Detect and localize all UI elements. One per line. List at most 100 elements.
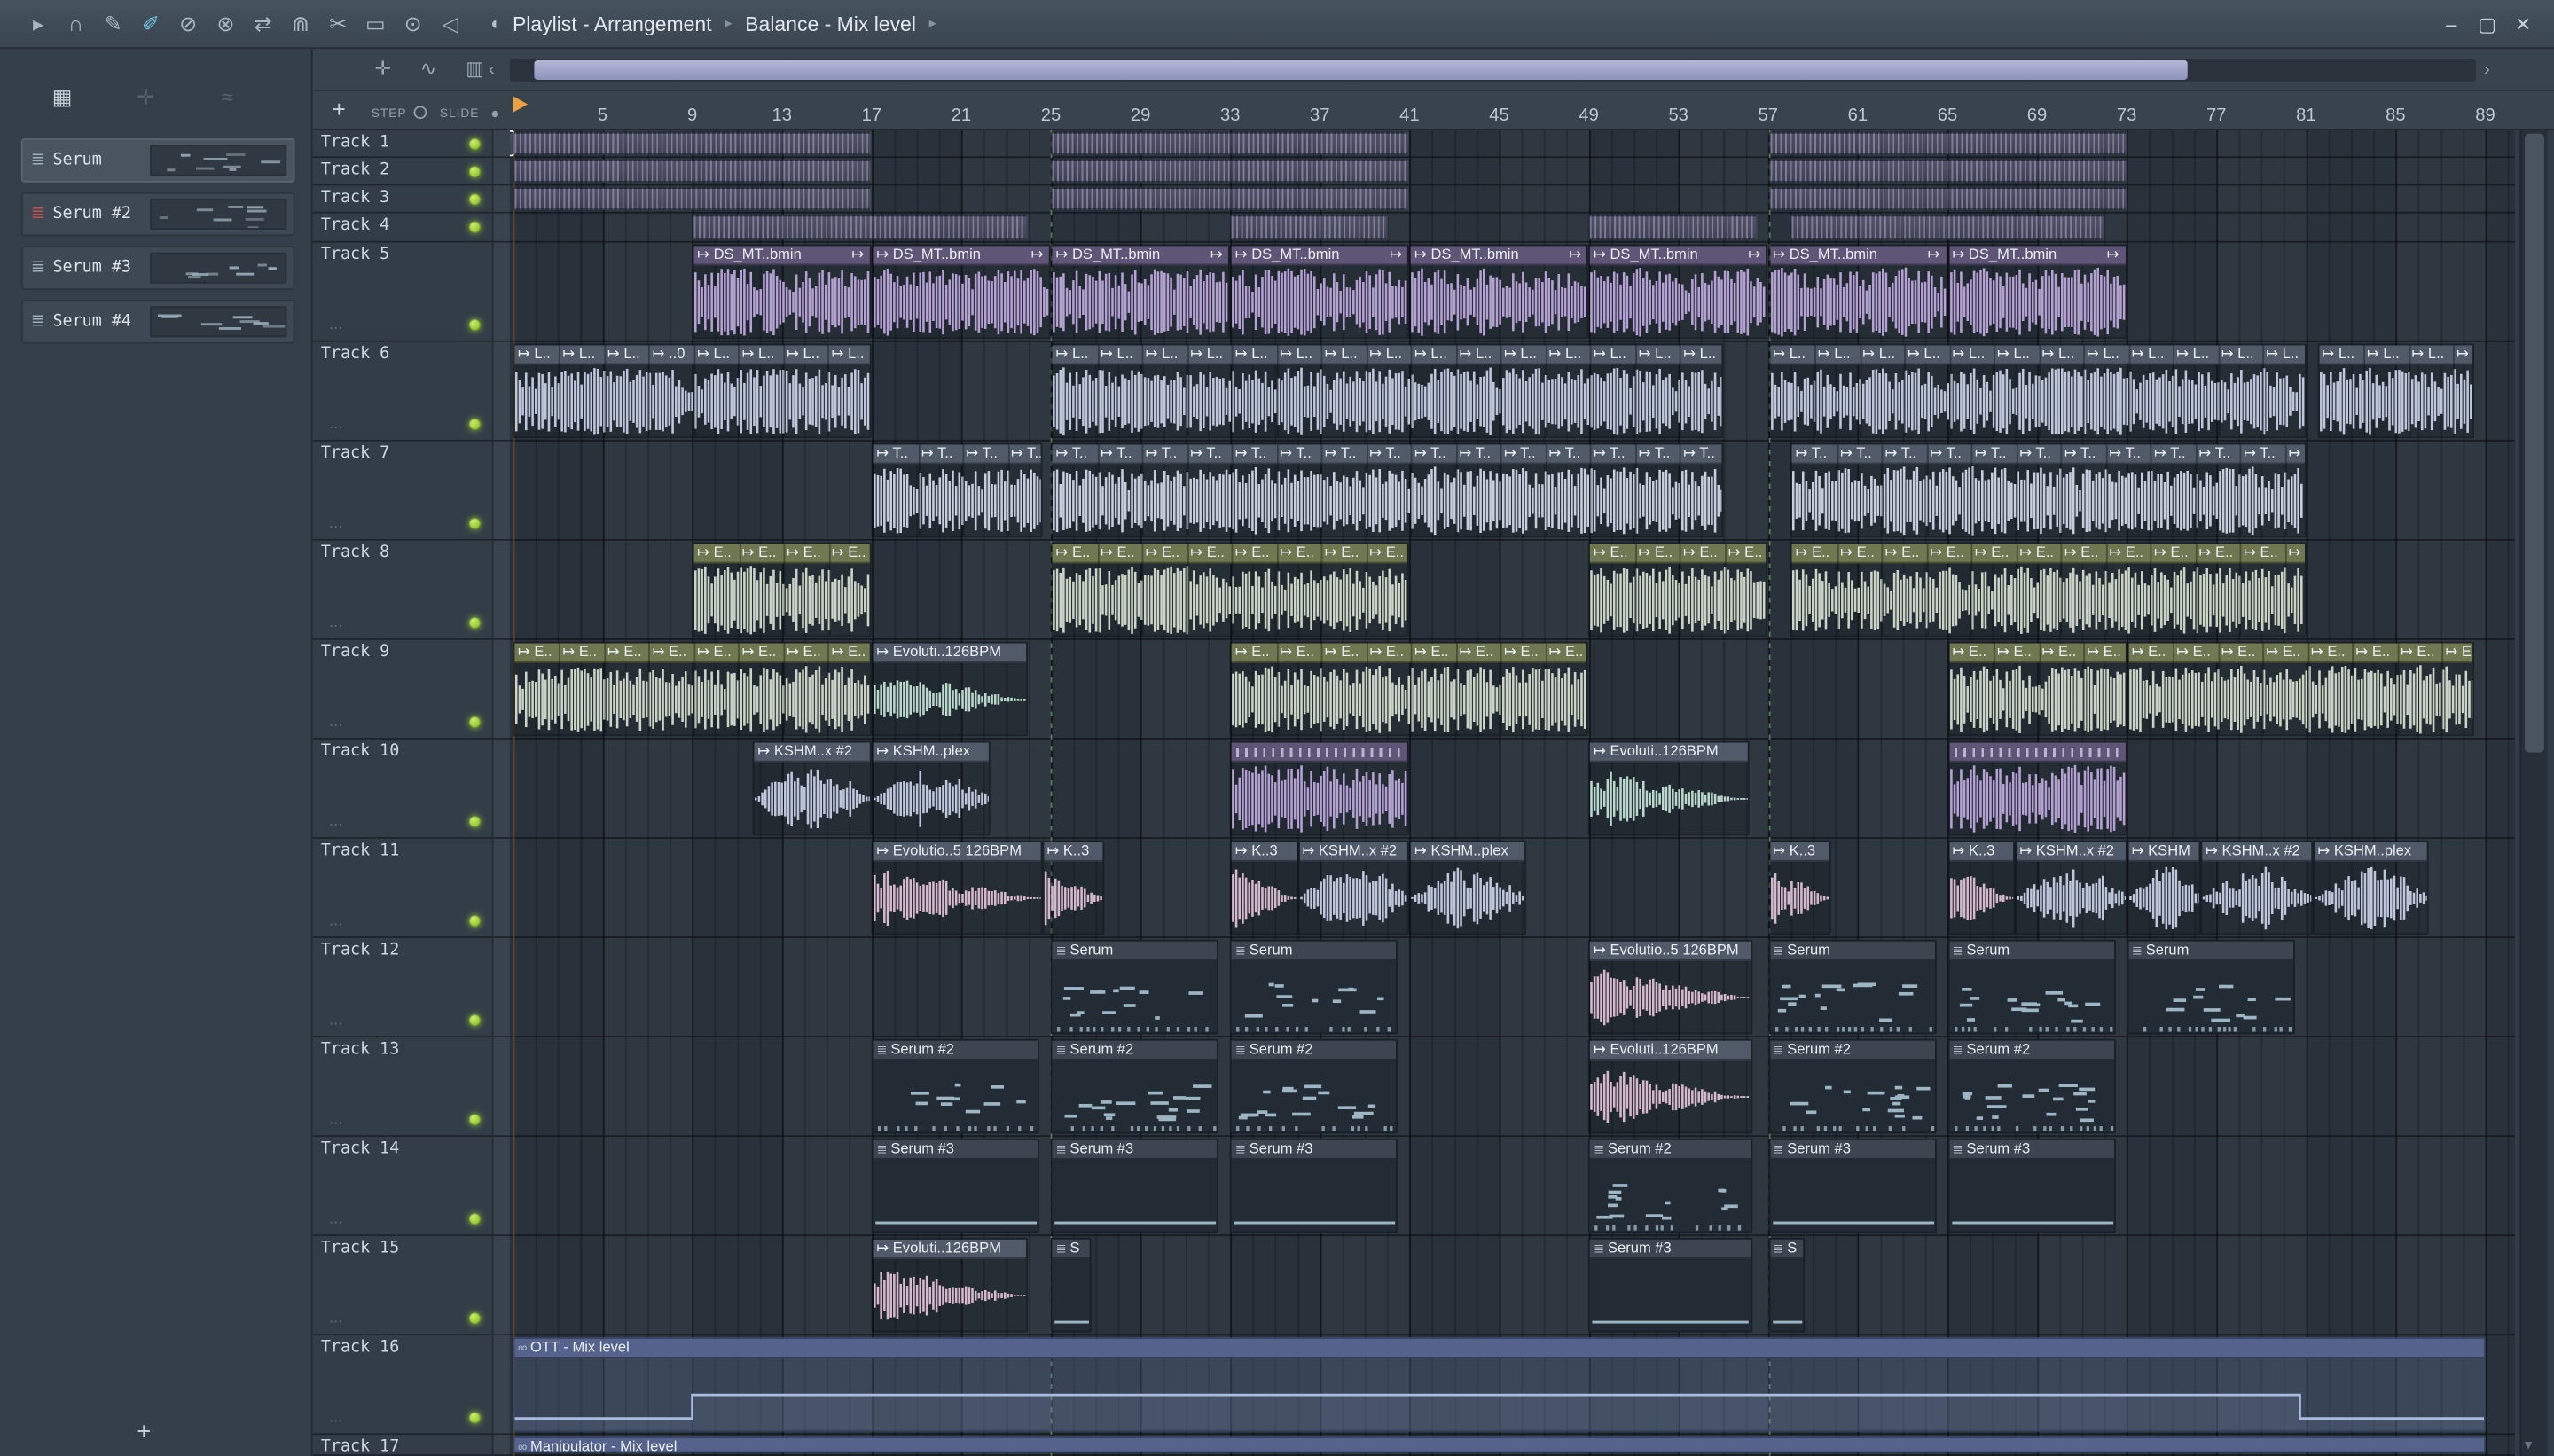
clip-header[interactable]: ↦ E.. ↦ E.. ↦ E.. ↦ E.. (1948, 643, 2126, 663)
clip-header[interactable]: ↦ E.. ↦ E.. ↦ E.. ↦ E.. (1590, 544, 1767, 564)
clip-header[interactable]: ≣ Serum #3 (1232, 1139, 1397, 1160)
clip-header[interactable]: ↦ DS_MT..bmin ↦ (1769, 246, 1947, 266)
audio-clip[interactable]: ↦ DS_MT..bmin ↦ (1409, 244, 1589, 340)
track-mute-led[interactable] (468, 1014, 481, 1027)
audio-clip[interactable]: ↦ KSHM (2127, 840, 2201, 935)
slip-tool-icon[interactable]: ⇄ (245, 0, 282, 48)
track-mute-led[interactable] (468, 318, 481, 331)
clip-header[interactable]: ↦ KSHM..plex (873, 742, 989, 763)
headphones-icon[interactable]: ∩ (57, 0, 94, 48)
clip-header[interactable]: ↦ Evolutio..5 126BPM (873, 842, 1041, 862)
stem-clip[interactable] (1051, 159, 1410, 183)
clip-header[interactable]: ↦ DS_MT..bmin ↦ (693, 246, 870, 266)
audio-clip[interactable]: ↦ Evoluti..126BPM (1588, 1038, 1752, 1134)
track-resize-grip[interactable] (491, 1137, 510, 1235)
add-track-button[interactable]: + (333, 96, 346, 121)
audio-clip[interactable]: ↦ K..3 (1041, 840, 1105, 935)
track-header[interactable]: Track 2 (312, 158, 510, 186)
clip-header[interactable]: ≣ Serum #2 (1948, 1040, 2114, 1061)
timeline-ruler[interactable]: 5 9 13 17 21 25 29 33 37 41 45 49 53 57 61 65 69 73 77 81 85… (510, 91, 2515, 130)
slice-tool-icon[interactable]: ✂ (319, 0, 356, 48)
clip-header[interactable]: ≣ Serum #2 (873, 1040, 1038, 1061)
track-options-dots[interactable]: ... (329, 813, 342, 831)
track-options-dots[interactable]: ... (329, 1310, 342, 1327)
stem-clip[interactable] (1051, 131, 1410, 155)
track-header[interactable]: Track 4 (312, 213, 510, 243)
breadcrumb-playlist[interactable]: Playlist - Arrangement (513, 12, 712, 35)
clip-header[interactable]: ≣ Serum #3 (1052, 1139, 1218, 1160)
pattern-item[interactable]: ≣ Serum #3 (20, 246, 295, 290)
audio-clip[interactable]: ↦ L.. ↦ L.. ↦ L.. ↦ L.. ↦ L.. ↦ L.. ↦ L.. ↦ L..… (1051, 343, 1724, 439)
audio-clip[interactable] (1230, 740, 1410, 836)
pattern-clip[interactable]: ≣ Serum #2 (1767, 1038, 1937, 1134)
stem-clip[interactable] (1230, 215, 1388, 239)
audio-clip[interactable]: ↦ T.. ↦ T.. ↦ T.. ↦ T.. (871, 442, 1042, 538)
clip-header[interactable]: ↦ KSHM..plex (2314, 842, 2428, 862)
track-mute-led[interactable] (468, 165, 481, 177)
track-header[interactable]: Track 10... (312, 739, 510, 839)
pattern-clip[interactable]: ≣ Serum (1947, 939, 2116, 1035)
clip-header[interactable]: ↦ E.. ↦ E.. ↦ E.. ↦ E.. ↦ E.. ↦ E.. ↦ E.. ↦ E.. (1052, 544, 1408, 564)
track-mute-led[interactable] (468, 1312, 481, 1325)
track-resize-grip[interactable] (491, 213, 510, 241)
stem-clip[interactable] (1767, 187, 2127, 210)
track-resize-grip[interactable] (491, 1037, 510, 1136)
stem-clip[interactable] (513, 159, 872, 183)
track-header[interactable]: Track 7... (312, 441, 510, 541)
track-header[interactable]: Track 8... (312, 540, 510, 640)
preview-tool-icon[interactable]: ◁ (432, 0, 469, 48)
track-options-dots[interactable]: ... (329, 1111, 342, 1129)
audio-clip[interactable]: ↦ K..3 (1947, 840, 2015, 935)
audio-clip[interactable]: ↦ T.. ↦ T.. ↦ T.. ↦ T.. ↦ T.. ↦ T.. ↦ T.. ↦ T..… (1051, 442, 1724, 538)
clip-header[interactable]: ↦ E.. ↦ E.. ↦ E.. ↦ E.. ↦ E.. ↦ E.. ↦ E.. ↦ E.. (2128, 643, 2473, 663)
track-mute-led[interactable] (468, 915, 481, 928)
audio-clip[interactable]: ↦ T.. ↦ T.. ↦ T.. ↦ T.. ↦ T.. ↦ T.. ↦ T.. ↦ T..… (1790, 442, 2307, 538)
track-resize-grip[interactable] (491, 838, 510, 937)
track-mute-led[interactable] (468, 221, 481, 233)
close-button[interactable]: ✕ (2505, 0, 2541, 48)
clip-header[interactable]: ↦ L.. ↦ L.. ↦ L.. ↦ L.. ↦ L.. ↦ L.. ↦ L.. ↦ L..… (1052, 345, 1722, 365)
horizontal-scrollbar[interactable] (509, 59, 2476, 82)
pattern-item[interactable]: ≣ Serum #4 (20, 299, 295, 344)
clip-header[interactable] (1948, 742, 2126, 763)
step-toggle[interactable] (413, 106, 427, 120)
track-resize-grip[interactable] (491, 540, 510, 638)
audio-clip[interactable]: ↦ E.. ↦ E.. ↦ E.. ↦ E.. ↦ E.. ↦ E.. ↦ E.. ↦ E..… (1790, 542, 2307, 638)
track-options-dots[interactable]: ... (329, 1210, 342, 1228)
select-tool-icon[interactable]: ▭ (356, 0, 394, 48)
audio-clip[interactable]: ↦ L.. ↦ L.. ↦ L.. ↦ L.. ↦ L.. ↦ L.. ↦ L.. ↦ L..… (1767, 343, 2307, 439)
track-lane[interactable] (509, 1137, 2515, 1237)
clip-header[interactable]: ↦ T.. ↦ T.. ↦ T.. ↦ T.. ↦ T.. ↦ T.. ↦ T.. ↦ T..… (1791, 444, 2305, 465)
pattern-clip[interactable]: ≣ Serum #2 (1051, 1038, 1219, 1134)
track-resize-grip[interactable] (491, 242, 510, 341)
audio-clip[interactable]: ↦ KSHM..x #2 (752, 740, 872, 836)
paint-tool-icon[interactable]: ✐ (132, 0, 169, 48)
clip-header[interactable]: ≣ Serum #3 (873, 1139, 1038, 1160)
audio-clip[interactable]: ↦ DS_MT..bmin ↦ (1230, 244, 1410, 340)
clip-header[interactable]: ↦ DS_MT..bmin ↦ (1948, 246, 2126, 266)
clip-header[interactable]: ↦ DS_MT..bmin ↦ (1411, 246, 1587, 266)
track-mute-led[interactable] (468, 816, 481, 828)
clip-header[interactable]: ↦ Evoluti..126BPM (873, 643, 1027, 663)
track-resize-grip[interactable] (491, 937, 510, 1037)
track-mute-led[interactable] (468, 1114, 481, 1126)
audio-clip[interactable]: ↦ L.. ↦ L.. ↦ L.. ↦ L.. (2316, 343, 2474, 439)
magnet-icon[interactable]: ⋒ (282, 0, 319, 48)
clip-header[interactable]: ↦ DS_MT..bmin ↦ (1052, 246, 1229, 266)
pattern-clip[interactable]: ≣ Serum #3 (1230, 1138, 1398, 1233)
audio-clip[interactable]: ↦ KSHM..plex (871, 740, 991, 836)
pattern-clip[interactable]: ≣ Serum #3 (1947, 1138, 2116, 1233)
track-resize-grip[interactable] (491, 441, 510, 539)
track-mute-led[interactable] (468, 137, 481, 150)
pattern-clip[interactable]: ≣ Serum #2 (1588, 1138, 1752, 1233)
track-resize-grip[interactable] (491, 129, 510, 157)
pattern-item[interactable]: ≣ Serum #2 (20, 192, 295, 237)
zoom-tool-icon[interactable]: ⊙ (394, 0, 431, 48)
clip-header[interactable]: ↦ DS_MT..bmin ↦ (873, 246, 1050, 266)
menu-arrow-icon[interactable]: ▸ (20, 0, 57, 48)
audio-clip[interactable]: ↦ KSHM..plex (1409, 840, 1526, 935)
audio-clip[interactable]: ↦ E.. ↦ E.. ↦ E.. ↦ E.. (1947, 641, 2127, 737)
audio-clip[interactable]: ↦ Evolutio..5 126BPM (871, 840, 1042, 935)
clip-header[interactable]: ≣ Serum (1232, 941, 1397, 961)
track-header[interactable]: Track 11... (312, 838, 510, 938)
